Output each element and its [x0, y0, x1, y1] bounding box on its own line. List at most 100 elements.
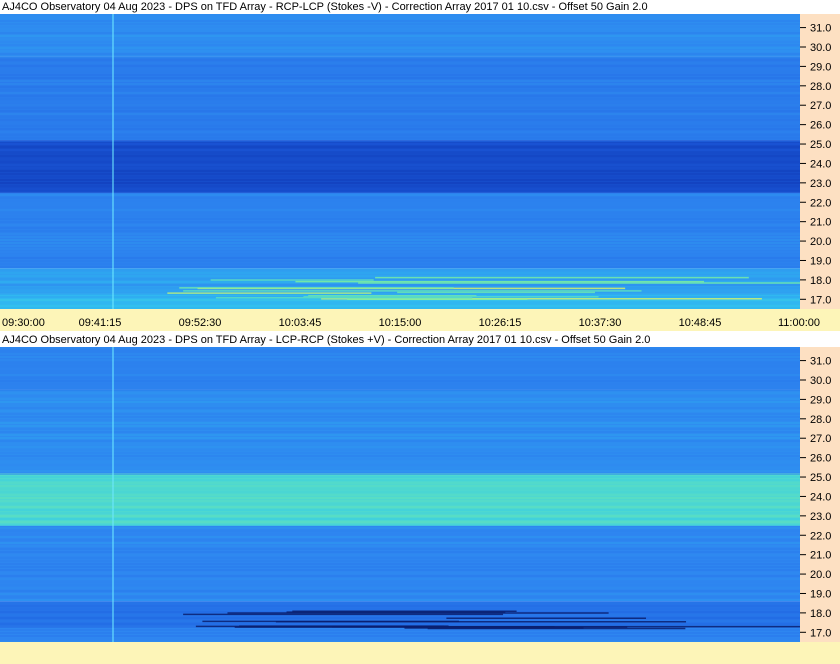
heatmap-row — [0, 260, 800, 262]
heatmap-row — [0, 380, 800, 382]
heatmap-row — [0, 38, 800, 40]
heatmap-row — [0, 254, 800, 256]
heatmap-row — [0, 275, 800, 277]
heatmap-row — [0, 500, 800, 502]
heatmap-row — [0, 470, 800, 472]
heatmap-row — [0, 362, 800, 364]
heatmap-row — [0, 266, 800, 268]
heatmap-row — [0, 107, 800, 109]
heatmap-row — [0, 374, 800, 376]
heatmap-row — [0, 608, 800, 610]
heatmap-row — [0, 128, 800, 130]
frequency-tick-label: 25.0 — [810, 472, 831, 484]
time-tick-label: 10:26:15 — [479, 317, 522, 329]
heatmap-row — [0, 581, 800, 583]
heatmap-row — [0, 491, 800, 493]
frequency-tick-label: 17.0 — [810, 627, 831, 639]
frequency-tick-label: 18.0 — [810, 608, 831, 620]
heatmap-row — [0, 488, 800, 490]
heatmap-row — [0, 167, 800, 169]
heatmap-row — [0, 14, 800, 16]
heatmap-row — [0, 365, 800, 367]
heatmap-row — [0, 485, 800, 487]
heatmap-row — [0, 554, 800, 556]
frequency-tick-label: 22.0 — [810, 197, 831, 209]
frequency-tick-label: 19.0 — [810, 255, 831, 267]
heatmap-row — [0, 101, 800, 103]
heatmap-row — [0, 350, 800, 352]
heatmap-row — [0, 284, 800, 286]
heatmap-row — [0, 494, 800, 496]
heatmap-row — [0, 251, 800, 253]
spectrogram-bottom — [0, 347, 800, 642]
heatmap-row — [0, 461, 800, 463]
heatmap-row — [0, 203, 800, 205]
frequency-tick-label: 18.0 — [810, 275, 831, 287]
heatmap-row — [0, 536, 800, 538]
frequency-tick-label: 21.0 — [810, 217, 831, 229]
heatmap-row — [0, 353, 800, 355]
heatmap-row — [0, 98, 800, 100]
heatmap-row — [0, 431, 800, 433]
heatmap-row — [0, 593, 800, 595]
heatmap-row — [0, 392, 800, 394]
spectrogram-title-bottom: AJ4CO Observatory 04 Aug 2023 - DPS on T… — [2, 334, 651, 346]
heatmap-row — [0, 548, 800, 550]
heatmap-row — [0, 575, 800, 577]
heatmap-row — [0, 23, 800, 25]
heatmap-row — [0, 269, 800, 271]
heatmap-row — [0, 92, 800, 94]
heatmap-row — [0, 533, 800, 535]
frequency-tick-label: 30.0 — [810, 42, 831, 54]
heatmap-row — [0, 200, 800, 202]
heatmap-row — [0, 638, 800, 640]
heatmap-row — [0, 506, 800, 508]
heatmap-row — [0, 422, 800, 424]
frequency-tick-label: 24.0 — [810, 491, 831, 503]
heatmap-row — [0, 503, 800, 505]
heatmap-row — [0, 173, 800, 175]
heatmap-row — [0, 50, 800, 52]
heatmap-row — [0, 35, 800, 37]
heatmap-row — [0, 263, 800, 265]
heatmap-row — [0, 197, 800, 199]
heatmap-row — [0, 209, 800, 211]
heatmap-row — [0, 377, 800, 379]
heatmap-row — [0, 587, 800, 589]
heatmap-row — [0, 455, 800, 457]
heatmap-row — [0, 389, 800, 391]
heatmap-row — [0, 410, 800, 412]
heatmap-row — [0, 140, 800, 142]
heatmap-row — [0, 305, 800, 307]
frequency-tick-label: 17.0 — [810, 294, 831, 306]
heatmap-row — [0, 194, 800, 196]
heatmap-row — [0, 551, 800, 553]
heatmap-row — [0, 359, 800, 361]
heatmap-row — [0, 164, 800, 166]
heatmap-row — [0, 41, 800, 43]
heatmap-row — [0, 44, 800, 46]
heatmap-row — [0, 137, 800, 139]
heatmap-row — [0, 68, 800, 70]
heatmap-row — [0, 545, 800, 547]
frequency-tick-label: 20.0 — [810, 569, 831, 581]
heatmap-row — [0, 602, 800, 604]
heatmap-row — [0, 434, 800, 436]
time-tick-label: 10:15:00 — [379, 317, 422, 329]
heatmap-row — [0, 53, 800, 55]
frequency-tick-label: 29.0 — [810, 394, 831, 406]
heatmap-row — [0, 131, 800, 133]
heatmap-row — [0, 272, 800, 274]
heatmap-row — [0, 242, 800, 244]
heatmap-row — [0, 29, 800, 31]
heatmap-row — [0, 398, 800, 400]
frequency-tick-label: 22.0 — [810, 530, 831, 542]
heatmap-row — [0, 59, 800, 61]
heatmap-row — [0, 518, 800, 520]
time-axis: 09:30:00 09:41:15 09:52:30 10:03:45 10:15:00… — [0, 309, 840, 331]
heatmap-row — [0, 248, 800, 250]
heatmap-band — [0, 140, 800, 193]
time-axis-bottom — [0, 642, 840, 664]
heatmap-row — [0, 185, 800, 187]
heatmap-row — [0, 467, 800, 469]
